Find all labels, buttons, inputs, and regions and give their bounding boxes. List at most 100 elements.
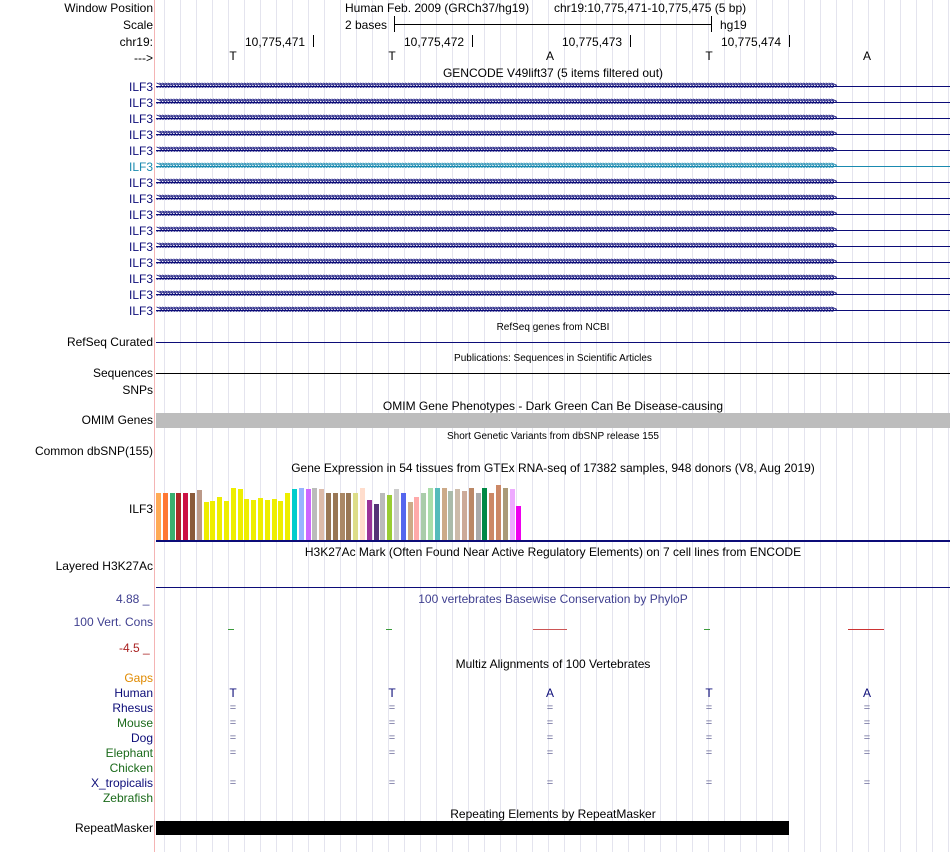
snps-label[interactable]: SNPs: [122, 383, 153, 397]
gencode-transcript-label[interactable]: ILF3: [129, 144, 153, 158]
gtex-tissue-bar[interactable]: [196, 489, 202, 540]
gencode-transcript-label[interactable]: ILF3: [129, 128, 153, 142]
gencode-transcript[interactable]: >>>>>>>>>>>>>>>>>>>>>>>>>>>>>>>>>>>>>>>>…: [156, 96, 950, 110]
gencode-transcript[interactable]: >>>>>>>>>>>>>>>>>>>>>>>>>>>>>>>>>>>>>>>>…: [156, 128, 950, 142]
gencode-transcript[interactable]: >>>>>>>>>>>>>>>>>>>>>>>>>>>>>>>>>>>>>>>>…: [156, 256, 950, 270]
gaps-label[interactable]: Gaps: [124, 671, 153, 685]
species-label[interactable]: Rhesus: [112, 701, 153, 715]
gencode-transcript-label[interactable]: ILF3: [129, 208, 153, 222]
refseq-label[interactable]: RefSeq Curated: [67, 335, 153, 349]
gencode-transcript[interactable]: >>>>>>>>>>>>>>>>>>>>>>>>>>>>>>>>>>>>>>>>…: [156, 240, 950, 254]
gtex-tissue-bar[interactable]: [407, 502, 413, 540]
gtex-tissue-bar[interactable]: [244, 499, 250, 540]
gencode-transcript-label[interactable]: ILF3: [129, 288, 153, 302]
gtex-tissue-bar[interactable]: [455, 489, 461, 540]
gtex-tissue-bar[interactable]: [394, 489, 399, 540]
gtex-tissue-bar[interactable]: [441, 488, 447, 540]
gtex-tissue-bar[interactable]: [502, 488, 508, 540]
gtex-tissue-bar[interactable]: [468, 488, 474, 540]
gtex-tissue-bar[interactable]: [237, 489, 243, 540]
gtex-tissue-bar[interactable]: [176, 492, 182, 540]
h3k27ac-title[interactable]: H3K27Ac Mark (Often Found Near Active Re…: [156, 545, 950, 559]
gtex-tissue-bar[interactable]: [414, 497, 420, 540]
gencode-transcript[interactable]: >>>>>>>>>>>>>>>>>>>>>>>>>>>>>>>>>>>>>>>>…: [156, 288, 950, 302]
gencode-transcript[interactable]: >>>>>>>>>>>>>>>>>>>>>>>>>>>>>>>>>>>>>>>>…: [156, 160, 950, 174]
repeatmasker-label[interactable]: RepeatMasker: [75, 821, 153, 835]
gtex-tissue-bar[interactable]: [312, 488, 318, 540]
gtex-label[interactable]: ILF3: [129, 502, 153, 516]
species-label[interactable]: X_tropicalis: [91, 776, 153, 790]
gtex-tissue-bar[interactable]: [421, 492, 427, 540]
gencode-transcript-label[interactable]: ILF3: [129, 160, 153, 174]
gencode-transcript-label[interactable]: ILF3: [129, 80, 153, 94]
gtex-tissue-bar[interactable]: [400, 492, 406, 540]
gtex-tissue-bar[interactable]: [428, 488, 433, 540]
h3k27ac-label[interactable]: Layered H3K27Ac: [56, 559, 153, 573]
multiz-title[interactable]: Multiz Alignments of 100 Vertebrates: [156, 657, 950, 671]
gtex-tissue-bar[interactable]: [482, 488, 488, 540]
gtex-tissue-bar[interactable]: [326, 492, 331, 540]
gtex-tissue-bar[interactable]: [509, 489, 515, 540]
gtex-tissue-bar[interactable]: [278, 501, 284, 540]
dbsnp-label[interactable]: Common dbSNP(155): [35, 444, 153, 458]
gtex-tissue-bar[interactable]: [496, 484, 501, 540]
gencode-transcript[interactable]: >>>>>>>>>>>>>>>>>>>>>>>>>>>>>>>>>>>>>>>>…: [156, 304, 950, 318]
gtex-tissue-bar[interactable]: [346, 492, 352, 540]
sequences-label[interactable]: Sequences: [93, 366, 153, 380]
repeatmasker-title[interactable]: Repeating Elements by RepeatMasker: [156, 807, 950, 821]
gtex-tissue-bar[interactable]: [387, 494, 393, 540]
gtex-tissue-bar[interactable]: [434, 488, 440, 540]
gencode-transcript[interactable]: >>>>>>>>>>>>>>>>>>>>>>>>>>>>>>>>>>>>>>>>…: [156, 192, 950, 206]
gencode-title[interactable]: GENCODE V49lift37 (5 items filtered out): [156, 66, 950, 80]
repeatmasker-element[interactable]: [156, 821, 789, 835]
gtex-tissue-bar[interactable]: [258, 498, 263, 540]
species-label[interactable]: Dog: [131, 731, 153, 745]
phylop-label[interactable]: 100 Vert. Cons: [74, 615, 153, 629]
gencode-transcript[interactable]: >>>>>>>>>>>>>>>>>>>>>>>>>>>>>>>>>>>>>>>>…: [156, 176, 950, 190]
gencode-transcript[interactable]: >>>>>>>>>>>>>>>>>>>>>>>>>>>>>>>>>>>>>>>>…: [156, 80, 950, 94]
gtex-tissue-bar[interactable]: [475, 492, 481, 540]
gtex-tissue-bar[interactable]: [217, 497, 223, 540]
gtex-tissue-bar[interactable]: [224, 501, 229, 540]
phylop-title[interactable]: 100 vertebrates Basewise Conservation by…: [156, 592, 950, 606]
species-label[interactable]: Zebrafish: [103, 791, 153, 805]
gtex-tissue-bar[interactable]: [298, 488, 304, 540]
refseq-title[interactable]: RefSeq genes from NCBI: [156, 321, 950, 335]
gencode-transcript-label[interactable]: ILF3: [129, 240, 153, 254]
gtex-tissue-bar[interactable]: [190, 492, 195, 540]
gtex-tissue-bar[interactable]: [332, 492, 338, 540]
gtex-tissue-bar[interactable]: [203, 502, 209, 540]
gtex-tissue-bar[interactable]: [251, 499, 257, 540]
gtex-title[interactable]: Gene Expression in 54 tissues from GTEx …: [156, 461, 950, 475]
gtex-tissue-bar[interactable]: [285, 493, 291, 540]
gencode-transcript[interactable]: >>>>>>>>>>>>>>>>>>>>>>>>>>>>>>>>>>>>>>>>…: [156, 224, 950, 238]
dbsnp-title[interactable]: Short Genetic Variants from dbSNP releas…: [156, 430, 950, 444]
gtex-tissue-bar[interactable]: [462, 490, 467, 540]
gtex-tissue-bar[interactable]: [360, 488, 365, 540]
species-label[interactable]: Human: [114, 686, 153, 700]
gencode-transcript-label[interactable]: ILF3: [129, 112, 153, 126]
publications-line[interactable]: [156, 373, 950, 374]
gtex-tissue-bar[interactable]: [210, 501, 216, 540]
gtex-tissue-bar[interactable]: [305, 489, 311, 540]
publications-title[interactable]: Publications: Sequences in Scientific Ar…: [156, 352, 950, 366]
gencode-transcript[interactable]: >>>>>>>>>>>>>>>>>>>>>>>>>>>>>>>>>>>>>>>>…: [156, 208, 950, 222]
gencode-transcript-label[interactable]: ILF3: [129, 256, 153, 270]
gtex-tissue-bar[interactable]: [162, 492, 168, 540]
gtex-tissue-bar[interactable]: [230, 488, 236, 540]
gtex-tissue-bar[interactable]: [489, 492, 495, 540]
gtex-tissue-bar[interactable]: [156, 492, 161, 540]
gencode-transcript-label[interactable]: ILF3: [129, 176, 153, 190]
gtex-tissue-bars[interactable]: [156, 475, 950, 540]
gencode-transcript-label[interactable]: ILF3: [129, 272, 153, 286]
refseq-gene-line[interactable]: [156, 342, 950, 343]
species-label[interactable]: Mouse: [117, 716, 153, 730]
gtex-tissue-bar[interactable]: [373, 504, 379, 540]
gtex-tissue-bar[interactable]: [169, 493, 175, 540]
gtex-tissue-bar[interactable]: [339, 492, 345, 540]
gtex-tissue-bar[interactable]: [366, 500, 372, 540]
gencode-transcript-label[interactable]: ILF3: [129, 224, 153, 238]
gencode-transcript[interactable]: >>>>>>>>>>>>>>>>>>>>>>>>>>>>>>>>>>>>>>>>…: [156, 112, 950, 126]
gtex-tissue-bar[interactable]: [183, 492, 189, 540]
omim-title[interactable]: OMIM Gene Phenotypes - Dark Green Can Be…: [156, 399, 950, 413]
